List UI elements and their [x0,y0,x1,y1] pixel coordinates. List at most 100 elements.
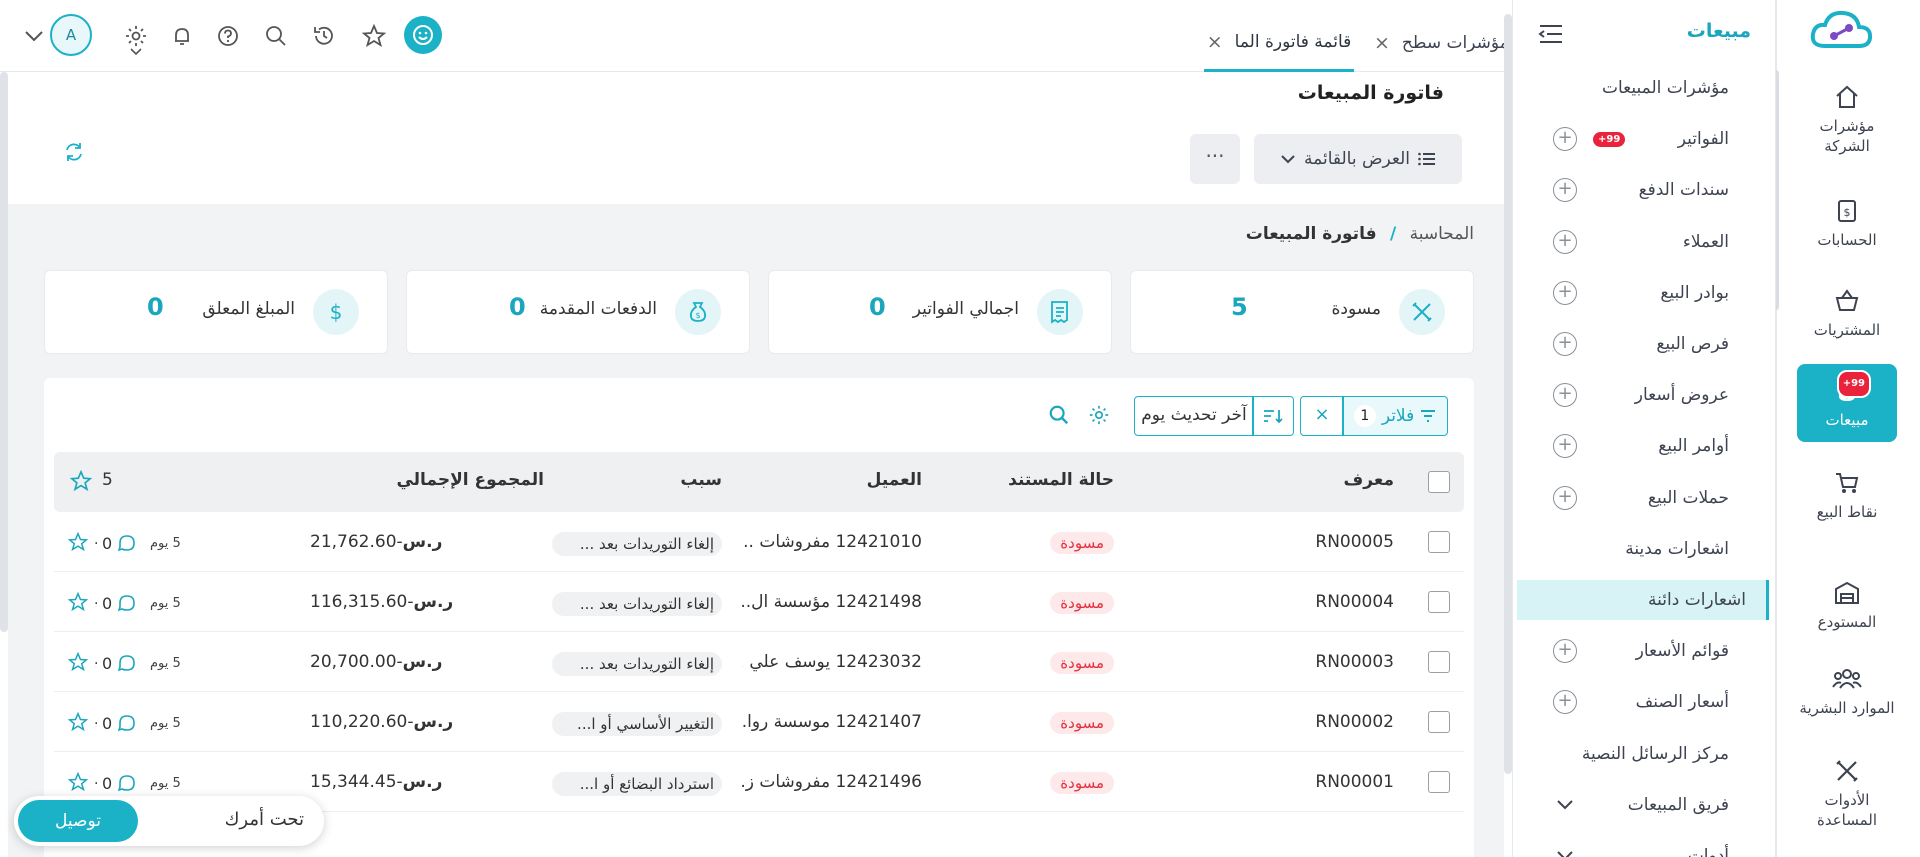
row-checkbox[interactable] [1428,771,1450,793]
cloud-logo-icon[interactable] [1807,6,1877,56]
submenu-item[interactable]: أسعار الصنف + [1521,682,1749,722]
submenu-item[interactable]: أدوات [1521,836,1749,857]
star-icon[interactable] [68,712,88,732]
add-plus-icon[interactable]: + [1553,229,1577,254]
total-value: -20,700.00 [310,652,403,672]
rail-item-company-kpis[interactable]: مؤشرات الشركة [1797,82,1897,156]
column-header-customer[interactable]: العميل [867,470,922,490]
breadcrumb: المحاسبة / فاتورة المبيعات [1246,224,1474,244]
comment-icon[interactable] [118,774,136,792]
sort-field-dropdown[interactable]: آخر تحديث يوم [1134,396,1254,436]
row-checkbox[interactable] [1428,591,1450,613]
submenu-item[interactable]: قوائم الأسعار + [1521,631,1749,671]
star-icon[interactable] [70,470,92,492]
add-plus-icon[interactable]: + [1553,127,1577,152]
comment-icon[interactable] [118,534,136,552]
chevron-down-icon[interactable] [1555,846,1575,857]
rail-item-tools[interactable]: الأدوات المساعدة [1797,756,1897,830]
rail-item-purchases[interactable]: المشتريات [1797,286,1897,340]
refresh-icon[interactable] [62,140,86,164]
row-checkbox[interactable] [1428,651,1450,673]
star-icon[interactable] [358,20,390,52]
star-icon[interactable] [68,772,88,792]
clear-filters-button[interactable]: × [1300,396,1344,436]
add-plus-icon[interactable]: + [1553,434,1577,459]
submenu-item[interactable]: اشعارات مدينة [1521,529,1749,569]
rail-item-hr[interactable]: الموارد البشرية [1797,664,1897,732]
add-plus-icon[interactable]: + [1553,280,1577,305]
submenu-item[interactable]: بوادر البيع + [1521,273,1749,313]
table-row[interactable]: RN00003 مسودة 12423032 يوسف علي ... إلغاء ا… [54,632,1464,692]
cell-id[interactable]: RN00001 [1315,772,1394,792]
history-icon[interactable] [308,20,340,52]
add-plus-icon[interactable]: + [1553,639,1577,664]
column-header-status[interactable]: حالة المستند [1008,470,1114,490]
add-plus-icon[interactable]: + [1553,178,1577,203]
avatar[interactable]: A [50,14,92,56]
comment-icon[interactable] [118,654,136,672]
search-icon[interactable] [260,20,292,52]
submenu-item[interactable]: العملاء + [1521,222,1749,262]
add-plus-icon[interactable]: + [1553,383,1577,408]
comment-icon[interactable] [118,714,136,732]
table-search-icon[interactable] [1048,404,1070,426]
rail-item-accounts[interactable]: $ الحسابات [1797,196,1897,250]
cell-id[interactable]: RN00005 [1315,532,1394,552]
rail-item-warehouse[interactable]: المستودع [1797,578,1897,632]
view-mode-dropdown[interactable]: العرض بالقائمة [1254,134,1462,184]
bell-icon[interactable] [166,20,198,52]
tab-sales-invoice-list[interactable]: قائمة فاتورة الما × [1204,14,1354,72]
submenu-item[interactable]: حملات البيع + [1521,478,1749,518]
page-scrollbar[interactable] [0,72,8,632]
chat-connect-button[interactable]: توصيل [18,800,138,842]
submenu-item[interactable]: سندات الدفع + [1521,170,1749,210]
add-plus-icon[interactable]: + [1553,485,1577,510]
riyal-currency-icon: ر.س [413,712,454,732]
add-plus-icon[interactable]: + [1553,332,1577,356]
submenu-item[interactable]: عروض أسعار + [1521,375,1749,415]
row-checkbox[interactable] [1428,531,1450,553]
gear-icon[interactable] [120,20,152,60]
breadcrumb-parent[interactable]: المحاسبة [1410,224,1474,244]
submenu-item[interactable]: مركز الرسائل النصية [1521,734,1749,774]
column-header-id[interactable]: معرف [1344,470,1394,490]
reason-badge: إلغاء التوريدات بعد ... [552,652,722,676]
tab-dashboard[interactable]: مؤشرات سطح × [1374,14,1509,72]
cell-id[interactable]: RN00002 [1315,712,1394,732]
star-icon[interactable] [68,592,88,612]
cell-id[interactable]: RN00004 [1315,592,1394,612]
chevron-down-icon[interactable] [18,20,50,52]
submenu-item[interactable]: فرص البيع + [1521,324,1749,364]
row-checkbox[interactable] [1428,711,1450,733]
column-header-reason[interactable]: سبب [680,470,722,490]
submenu-item[interactable]: فريق المبيعات [1521,785,1749,825]
close-icon[interactable]: × [1207,31,1223,53]
table-row[interactable]: RN00004 مسودة 12421498 مؤسسة ال... إلغاء ال… [54,572,1464,632]
rail-item-sales[interactable]: $ مبيعات +99 [1797,364,1897,442]
table-settings-gear-icon[interactable] [1088,404,1110,426]
table-row[interactable]: RN00005 مسودة 12421010 مفروشات ... إلغاء ال… [54,512,1464,572]
submenu-item[interactable]: اشعارات دائنة [1517,580,1769,620]
row-age: 5 يوم [150,716,181,731]
close-icon[interactable]: × [1374,32,1390,54]
star-icon[interactable] [68,652,88,672]
submenu-scrollbar[interactable] [1504,14,1512,774]
submenu-item[interactable]: الفواتير + +99 [1521,119,1749,159]
chevron-down-icon[interactable] [1555,795,1575,815]
comment-icon[interactable] [118,594,136,612]
submenu-item[interactable]: مؤشرات المبيعات [1521,68,1749,108]
add-plus-icon[interactable]: + [1553,690,1577,715]
table-row[interactable]: RN00002 مسودة 12421407 موسسة روا... التغيير… [54,692,1464,752]
column-header-total[interactable]: المجموع الإجمالي [396,470,544,490]
collapse-menu-icon[interactable] [1537,22,1565,46]
smiley-icon[interactable] [404,16,442,54]
more-options-button[interactable]: ··· [1190,134,1240,184]
sort-direction-button[interactable] [1252,396,1294,436]
rail-item-pos[interactable]: نقاط البيع [1797,468,1897,522]
submenu-item[interactable]: أوامر البيع + [1521,426,1749,466]
help-icon[interactable] [212,20,244,52]
filters-button[interactable]: فلاتر 1 [1342,396,1448,436]
select-all-checkbox[interactable] [1428,471,1450,493]
star-icon[interactable] [68,532,88,552]
cell-id[interactable]: RN00003 [1315,652,1394,672]
